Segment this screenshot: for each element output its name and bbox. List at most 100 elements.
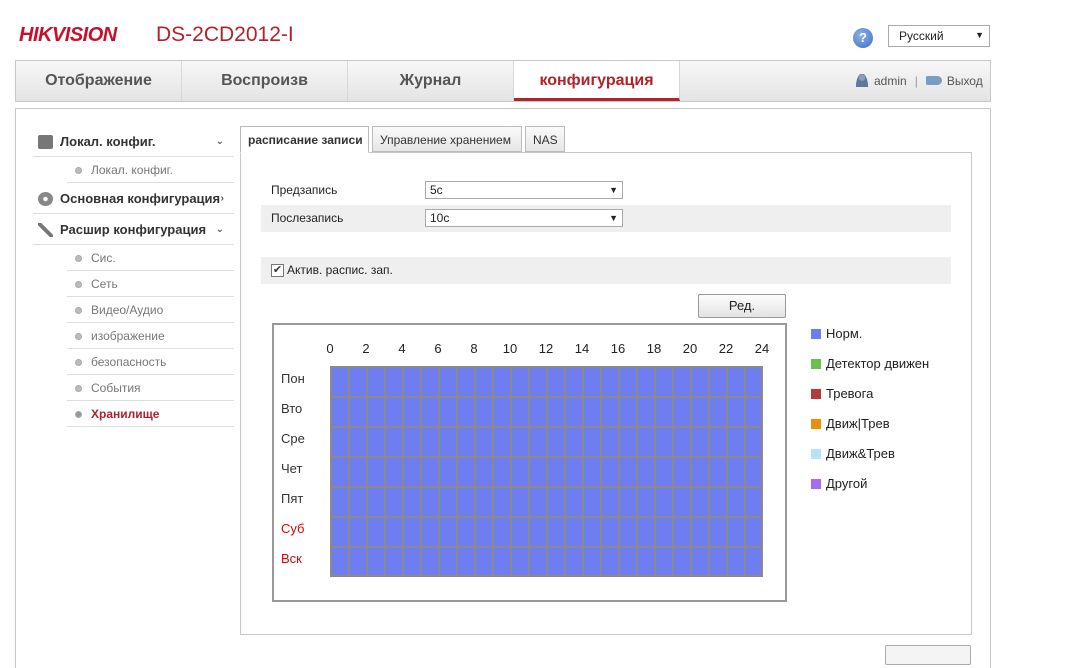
hour-label: 14 bbox=[574, 341, 590, 356]
sidebar-item-label: Видео/Аудио bbox=[91, 303, 164, 317]
legend-label: Движ|Трев bbox=[826, 416, 890, 431]
day-label: Чет bbox=[281, 461, 303, 476]
schedule-grid[interactable] bbox=[330, 366, 763, 577]
legend-label: Движ&Трев bbox=[826, 446, 895, 461]
day-label: Вто bbox=[281, 401, 303, 416]
sidebar-group-label: Расшир конфигурация bbox=[60, 222, 207, 237]
legend-item: Тревога bbox=[811, 386, 873, 402]
hour-label: 2 bbox=[362, 341, 370, 356]
legend-item: Детектор движен bbox=[811, 356, 929, 372]
hour-label: 6 bbox=[434, 341, 442, 356]
chevron-down-icon: ▼ bbox=[609, 185, 618, 195]
hour-label: 4 bbox=[398, 341, 406, 356]
legend-swatch bbox=[811, 449, 821, 459]
save-button[interactable] bbox=[885, 645, 971, 665]
chevron-down-icon: ▼ bbox=[609, 213, 618, 223]
legend-label: Тревога bbox=[826, 386, 874, 401]
hour-label: 22 bbox=[718, 341, 734, 356]
sidebar-item-storage[interactable]: Хранилище bbox=[67, 401, 234, 427]
sidebar-group-local-config[interactable]: Локал. конфиг. ⌄ bbox=[33, 126, 234, 157]
legend-label: Другой bbox=[826, 476, 868, 491]
language-select[interactable]: Русский ▼ bbox=[888, 25, 990, 47]
day-label: Пят bbox=[281, 491, 304, 506]
chevron-down-icon: ⌄ bbox=[215, 224, 224, 235]
legend-swatch bbox=[811, 359, 821, 369]
sidebar-item-label: Хранилище bbox=[91, 407, 160, 421]
prerecord-label: Предзапись bbox=[271, 183, 338, 197]
sidebar-item-label: События bbox=[91, 381, 141, 395]
help-icon[interactable]: ? bbox=[853, 28, 873, 48]
prerecord-value: 5с bbox=[430, 183, 443, 197]
user-icon bbox=[856, 74, 868, 87]
sidebar-item-system[interactable]: Сис. bbox=[67, 245, 234, 271]
tab-log[interactable]: Журнал bbox=[348, 61, 514, 101]
device-model: DS-2CD2012-I bbox=[156, 23, 294, 46]
gear-icon bbox=[38, 192, 53, 206]
logout-link[interactable]: Выход bbox=[947, 74, 983, 88]
sidebar-item-local-config[interactable]: Локал. конфиг. bbox=[67, 157, 234, 183]
enable-schedule-row: ✔ Актив. распис. зап. bbox=[261, 257, 951, 284]
tab-storage-management[interactable]: Управление хранением bbox=[372, 126, 522, 152]
legend-item: Движ|Трев bbox=[811, 416, 890, 432]
brand-logo: HIKVISION bbox=[19, 24, 117, 46]
legend-label: Детектор движен bbox=[826, 356, 930, 371]
tab-playback[interactable]: Воспроизв bbox=[182, 61, 348, 101]
bullet-icon bbox=[75, 333, 82, 340]
tab-configuration[interactable]: конфигурация bbox=[514, 61, 680, 101]
day-label: Сре bbox=[281, 431, 305, 446]
tab-nas[interactable]: NAS bbox=[525, 126, 565, 152]
chevron-right-icon: › bbox=[220, 193, 224, 204]
sidebar-item-label: безопасность bbox=[91, 355, 167, 369]
logout-icon[interactable] bbox=[925, 76, 942, 85]
bullet-icon bbox=[75, 281, 82, 288]
bullet-icon bbox=[75, 167, 82, 174]
sidebar-item-label: изображение bbox=[91, 329, 165, 343]
hour-label: 0 bbox=[326, 341, 334, 356]
legend-swatch bbox=[811, 479, 821, 489]
tab-record-schedule[interactable]: расписание записи bbox=[240, 126, 369, 153]
enable-schedule-checkbox[interactable]: ✔ bbox=[271, 264, 284, 277]
sidebar-group-basic-config[interactable]: Основная конфигурация › bbox=[33, 183, 234, 214]
tab-display[interactable]: Отображение bbox=[16, 61, 182, 101]
legend-item: Движ&Трев bbox=[811, 446, 895, 462]
hour-label: 18 bbox=[646, 341, 662, 356]
legend-item: Другой bbox=[811, 476, 867, 492]
prerecord-row: Предзапись 5с ▼ bbox=[261, 177, 951, 204]
legend-label: Норм. bbox=[826, 326, 863, 341]
postrecord-row: Послезапись 10с ▼ bbox=[261, 205, 951, 232]
bullet-icon bbox=[75, 385, 82, 392]
sidebar-item-image[interactable]: изображение bbox=[67, 323, 234, 349]
username: admin bbox=[874, 74, 907, 88]
wrench-icon bbox=[38, 223, 53, 237]
legend-swatch bbox=[811, 419, 821, 429]
sidebar-item-label: Локал. конфиг. bbox=[91, 163, 173, 177]
hour-axis: 0 2 4 6 8 10 12 14 16 18 20 22 24 bbox=[326, 341, 769, 357]
sidebar-group-advanced-config[interactable]: Расшир конфигурация ⌄ bbox=[33, 214, 234, 245]
day-label: Вск bbox=[281, 551, 302, 566]
sidebar-item-video-audio[interactable]: Видео/Аудио bbox=[67, 297, 234, 323]
chevron-down-icon: ⌄ bbox=[215, 136, 224, 147]
postrecord-label: Послезапись bbox=[271, 211, 344, 225]
sidebar: Локал. конфиг. ⌄ Локал. конфиг. Основная… bbox=[33, 126, 234, 427]
sidebar-item-events[interactable]: События bbox=[67, 375, 234, 401]
prerecord-select[interactable]: 5с ▼ bbox=[425, 181, 623, 199]
hour-label: 8 bbox=[470, 341, 478, 356]
sidebar-group-label: Локал. конфиг. bbox=[60, 134, 156, 149]
bullet-icon bbox=[75, 411, 82, 418]
legend-swatch bbox=[811, 389, 821, 399]
legend-item: Норм. bbox=[811, 326, 862, 342]
sidebar-item-security[interactable]: безопасность bbox=[67, 349, 234, 375]
postrecord-select[interactable]: 10с ▼ bbox=[425, 209, 623, 227]
bullet-icon bbox=[75, 255, 82, 262]
sidebar-item-network[interactable]: Сеть bbox=[67, 271, 234, 297]
user-separator: | bbox=[914, 74, 918, 88]
sidebar-item-label: Сис. bbox=[91, 251, 116, 265]
monitor-icon bbox=[38, 135, 53, 149]
edit-button[interactable]: Ред. bbox=[698, 294, 786, 318]
postrecord-value: 10с bbox=[430, 211, 450, 225]
legend-swatch bbox=[811, 329, 821, 339]
chevron-down-icon: ▼ bbox=[975, 30, 984, 40]
sidebar-group-label: Основная конфигурация bbox=[60, 191, 221, 206]
hour-label: 12 bbox=[538, 341, 554, 356]
user-area: admin | Выход bbox=[856, 74, 983, 88]
